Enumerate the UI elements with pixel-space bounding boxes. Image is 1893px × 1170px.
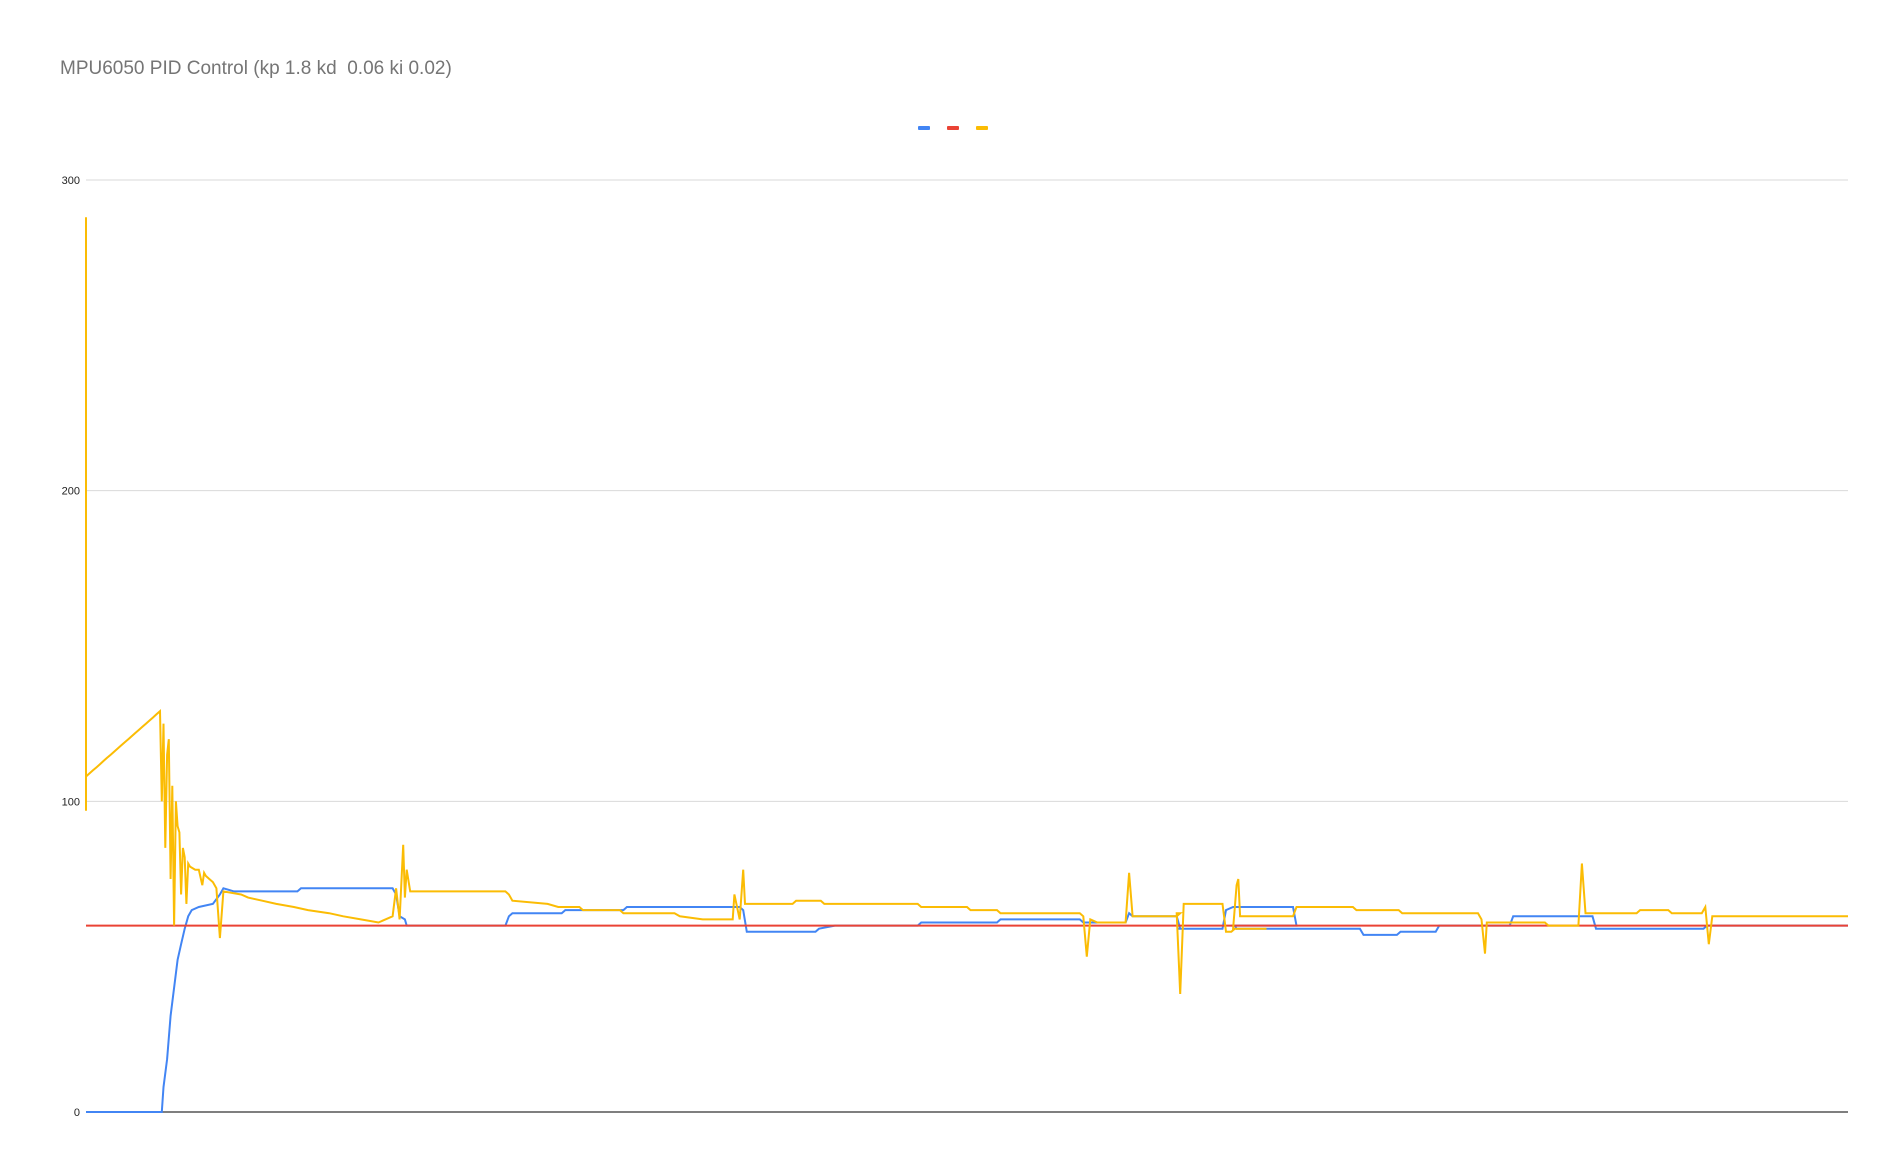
y-tick-label: 200 (62, 486, 80, 498)
series-line-1 (86, 887, 1848, 1113)
series-line-3 (85, 217, 1848, 994)
chart: MPU6050 PID Control (kp 1.8 kd 0.06 ki 0… (0, 0, 1893, 1170)
series-lines (85, 217, 1848, 1113)
y-tick-label: 300 (62, 175, 80, 187)
y-tick-label: 100 (62, 796, 80, 808)
gridlines (86, 179, 1848, 1113)
chart-plot: 0 100 200 300 (62, 126, 1848, 1119)
legend-swatch-3 (976, 126, 988, 130)
axis: 0 100 200 300 (62, 175, 80, 1119)
legend (918, 126, 988, 130)
y-tick-label: 0 (74, 1107, 80, 1119)
legend-swatch-1 (918, 126, 930, 130)
legend-swatch-2 (947, 126, 959, 130)
